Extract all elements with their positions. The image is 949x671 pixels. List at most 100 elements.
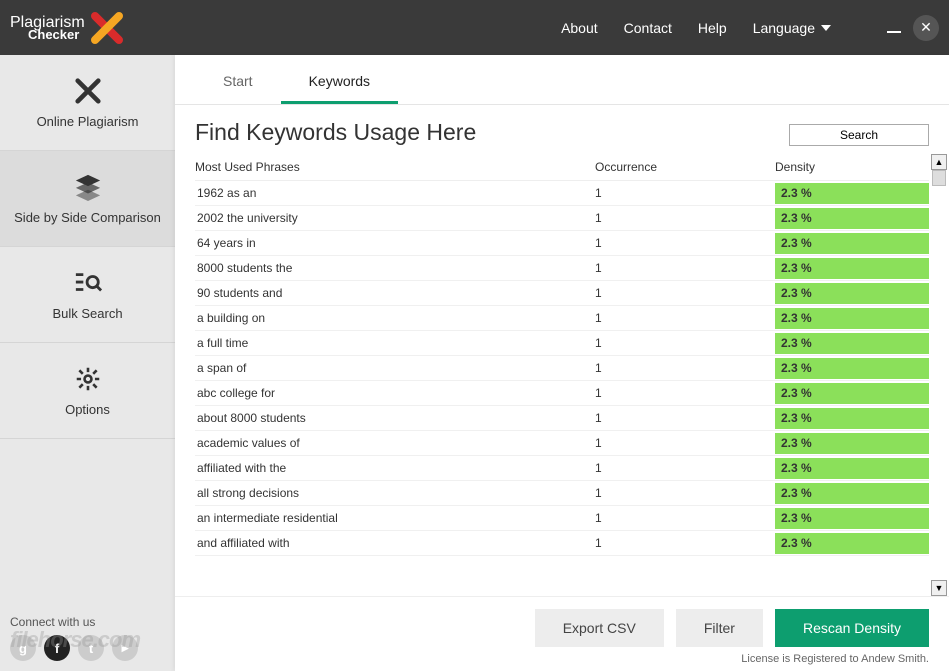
layers-icon — [73, 172, 103, 202]
connect-section: Connect with us g f t ▸ — [0, 605, 175, 671]
sidebar-item-online-plagiarism[interactable]: Online Plagiarism — [0, 55, 175, 151]
cell-density: 2.3 % — [775, 183, 929, 204]
cell-density: 2.3 % — [775, 233, 929, 254]
menu-contact[interactable]: Contact — [624, 20, 672, 36]
table-row[interactable]: 1962 as an12.3 % — [195, 181, 929, 206]
table-row[interactable]: 2002 the university12.3 % — [195, 206, 929, 231]
table-header: Most Used Phrases Occurrence Density — [195, 154, 929, 181]
table-row[interactable]: 90 students and12.3 % — [195, 281, 929, 306]
cell-phrase: 64 years in — [195, 236, 595, 250]
cell-density: 2.3 % — [775, 408, 929, 429]
cell-density: 2.3 % — [775, 333, 929, 354]
table-row[interactable]: about 8000 students12.3 % — [195, 406, 929, 431]
menu-help[interactable]: Help — [698, 20, 727, 36]
cell-density: 2.3 % — [775, 483, 929, 504]
cell-occurrence: 1 — [595, 461, 775, 475]
cell-density: 2.3 % — [775, 308, 929, 329]
cell-occurrence: 1 — [595, 411, 775, 425]
cell-occurrence: 1 — [595, 436, 775, 450]
table-row[interactable]: a full time12.3 % — [195, 331, 929, 356]
sidebar-item-label: Options — [65, 402, 110, 417]
close-button[interactable]: ✕ — [913, 15, 939, 41]
cell-density: 2.3 % — [775, 208, 929, 229]
table-row[interactable]: a span of12.3 % — [195, 356, 929, 381]
list-search-icon — [73, 268, 103, 298]
cell-phrase: an intermediate residential — [195, 511, 595, 525]
sidebar-item-bulk-search[interactable]: Bulk Search — [0, 247, 175, 343]
social-facebook-icon[interactable]: f — [44, 635, 70, 661]
cell-phrase: 8000 students the — [195, 261, 595, 275]
main-panel: Start Keywords Find Keywords Usage Here … — [175, 55, 949, 671]
sidebar: Online Plagiarism Side by Side Compariso… — [0, 55, 175, 671]
cell-phrase: academic values of — [195, 436, 595, 450]
table-row[interactable]: 64 years in12.3 % — [195, 231, 929, 256]
cell-occurrence: 1 — [595, 261, 775, 275]
table-row[interactable]: academic values of12.3 % — [195, 431, 929, 456]
scroll-thumb[interactable] — [932, 170, 946, 186]
page-title: Find Keywords Usage Here — [195, 119, 476, 146]
top-menu: About Contact Help Language ✕ — [561, 15, 939, 41]
menu-about[interactable]: About — [561, 20, 598, 36]
cell-occurrence: 1 — [595, 536, 775, 550]
cell-occurrence: 1 — [595, 511, 775, 525]
export-csv-button[interactable]: Export CSV — [535, 609, 664, 647]
scroll-down-button[interactable]: ▼ — [931, 580, 947, 596]
app-logo: Plagiarism Checker — [10, 12, 123, 44]
tab-keywords[interactable]: Keywords — [281, 61, 398, 104]
rescan-density-button[interactable]: Rescan Density — [775, 609, 929, 647]
sidebar-item-side-by-side[interactable]: Side by Side Comparison — [0, 151, 175, 247]
scroll-up-button[interactable]: ▲ — [931, 154, 947, 170]
cell-phrase: 1962 as an — [195, 186, 595, 200]
cell-occurrence: 1 — [595, 236, 775, 250]
sidebar-item-label: Online Plagiarism — [37, 114, 139, 129]
cell-density: 2.3 % — [775, 458, 929, 479]
tab-start[interactable]: Start — [195, 61, 281, 104]
sidebar-item-label: Bulk Search — [52, 306, 122, 321]
gear-icon — [73, 364, 103, 394]
table-row[interactable]: an intermediate residential12.3 % — [195, 506, 929, 531]
cell-occurrence: 1 — [595, 186, 775, 200]
cell-occurrence: 1 — [595, 311, 775, 325]
social-twitter-icon[interactable]: t — [78, 635, 104, 661]
cell-occurrence: 1 — [595, 486, 775, 500]
cell-occurrence: 1 — [595, 361, 775, 375]
cell-density: 2.3 % — [775, 433, 929, 454]
col-header-phrase[interactable]: Most Used Phrases — [195, 160, 595, 174]
cell-occurrence: 1 — [595, 336, 775, 350]
cell-occurrence: 1 — [595, 386, 775, 400]
cell-phrase: 90 students and — [195, 286, 595, 300]
table-row[interactable]: all strong decisions12.3 % — [195, 481, 929, 506]
menu-language[interactable]: Language — [753, 20, 831, 36]
minimize-button[interactable] — [887, 31, 901, 33]
table-row[interactable]: affiliated with the12.3 % — [195, 456, 929, 481]
sidebar-item-label: Side by Side Comparison — [14, 210, 161, 225]
cell-phrase: affiliated with the — [195, 461, 595, 475]
scrollbar[interactable]: ▲ ▼ — [931, 154, 947, 596]
footer-actions: Export CSV Filter Rescan Density — [175, 596, 949, 651]
titlebar: Plagiarism Checker About Contact Help La… — [0, 0, 949, 55]
search-button[interactable]: Search — [789, 124, 929, 146]
license-text: License is Registered to Andew Smith. — [175, 651, 949, 671]
col-header-density[interactable]: Density — [775, 160, 929, 174]
table-row[interactable]: a building on12.3 % — [195, 306, 929, 331]
social-google-icon[interactable]: g — [10, 635, 36, 661]
cell-phrase: a full time — [195, 336, 595, 350]
keywords-table: Most Used Phrases Occurrence Density 196… — [175, 154, 949, 596]
cell-phrase: about 8000 students — [195, 411, 595, 425]
table-row[interactable]: and affiliated with12.3 % — [195, 531, 929, 556]
table-row[interactable]: 8000 students the12.3 % — [195, 256, 929, 281]
social-youtube-icon[interactable]: ▸ — [112, 635, 138, 661]
logo-text-2: Checker — [28, 28, 85, 41]
chevron-down-icon — [821, 25, 831, 31]
cell-phrase: all strong decisions — [195, 486, 595, 500]
tabs: Start Keywords — [175, 55, 949, 105]
sidebar-item-options[interactable]: Options — [0, 343, 175, 439]
logo-x-icon — [91, 12, 123, 44]
cell-phrase: a span of — [195, 361, 595, 375]
cell-phrase: a building on — [195, 311, 595, 325]
cell-density: 2.3 % — [775, 358, 929, 379]
col-header-occurrence[interactable]: Occurrence — [595, 160, 775, 174]
table-row[interactable]: abc college for12.3 % — [195, 381, 929, 406]
filter-button[interactable]: Filter — [676, 609, 763, 647]
cell-density: 2.3 % — [775, 533, 929, 554]
